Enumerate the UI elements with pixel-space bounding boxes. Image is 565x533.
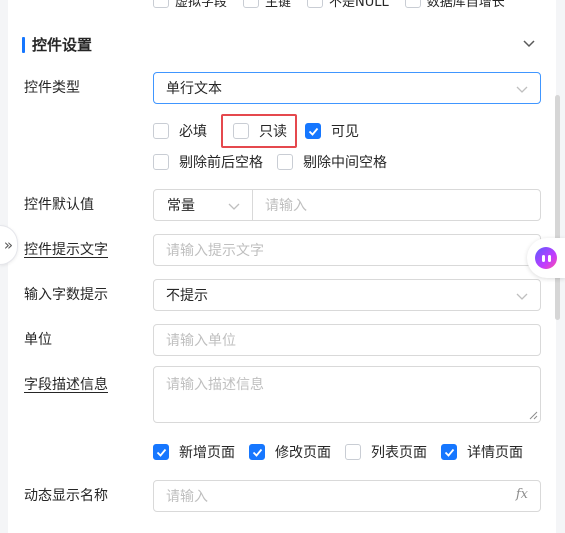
checkmark-icon bbox=[156, 448, 166, 457]
control-type-select[interactable]: 单行文本 bbox=[153, 72, 541, 104]
chevron-down-icon bbox=[228, 203, 240, 210]
trim-ends-checkbox[interactable] bbox=[153, 154, 169, 170]
page-visibility-row: 新增页面 修改页面 列表页面 详情页面 bbox=[153, 442, 537, 462]
field-options-row-2: 剔除前后空格 剔除中间空格 bbox=[153, 152, 401, 172]
unit-placeholder: 请输入单位 bbox=[166, 333, 236, 349]
trim-ends-option[interactable]: 剔除前后空格 bbox=[153, 152, 263, 172]
required-option[interactable]: 必填 bbox=[153, 121, 207, 141]
primary-key-label: 主键 bbox=[265, 0, 292, 10]
readonly-option-highlighted[interactable]: 只读 bbox=[221, 114, 297, 148]
trim-middle-checkbox[interactable] bbox=[277, 154, 293, 170]
auto-increment-label: 数据库自增长 bbox=[426, 0, 505, 10]
page-option-add[interactable]: 新增页面 bbox=[153, 442, 235, 462]
default-value-group: 常量 请输入 bbox=[153, 189, 541, 221]
hint-text-placeholder: 请输入提示文字 bbox=[166, 243, 264, 259]
trim-middle-option[interactable]: 剔除中间空格 bbox=[277, 152, 387, 172]
section-title: 控件设置 bbox=[22, 34, 92, 55]
formula-fx-icon[interactable]: fx bbox=[516, 487, 528, 502]
virtual-field-checkbox[interactable] bbox=[153, 0, 169, 8]
section-accent-bar bbox=[22, 36, 25, 53]
checkmark-icon bbox=[252, 448, 262, 457]
trim-ends-label: 剔除前后空格 bbox=[179, 155, 263, 171]
char-count-hint-select[interactable]: 不提示 bbox=[153, 279, 541, 311]
control-type-value: 单行文本 bbox=[166, 81, 222, 97]
page-option-list[interactable]: 列表页面 bbox=[345, 442, 427, 462]
add-page-label: 新增页面 bbox=[179, 445, 235, 461]
resize-handle-icon[interactable] bbox=[529, 411, 538, 420]
ai-assistant-button[interactable] bbox=[527, 238, 565, 278]
detail-page-label: 详情页面 bbox=[467, 445, 523, 461]
vertical-scrollbar[interactable] bbox=[555, 95, 560, 320]
control-type-label: 控件类型 bbox=[24, 80, 80, 96]
page-option-detail[interactable]: 详情页面 bbox=[441, 442, 523, 462]
checkmark-icon bbox=[308, 127, 318, 136]
dynamic-name-input[interactable]: 请输入 fx bbox=[153, 480, 541, 512]
field-desc-placeholder: 请输入描述信息 bbox=[166, 377, 264, 393]
edit-page-label: 修改页面 bbox=[275, 445, 331, 461]
top-options-row: 虚拟字段 主键 不是NULL 数据库自增长 bbox=[153, 0, 515, 10]
page-option-edit[interactable]: 修改页面 bbox=[249, 442, 331, 462]
default-value-mode-select[interactable]: 常量 bbox=[154, 190, 253, 220]
double-chevron-right-icon: » bbox=[3, 236, 14, 254]
chevron-up-collapse-icon[interactable] bbox=[522, 36, 536, 50]
readonly-label: 只读 bbox=[259, 124, 287, 140]
required-checkbox[interactable] bbox=[153, 123, 169, 139]
detail-page-checkbox[interactable] bbox=[441, 444, 457, 460]
dynamic-name-label: 动态显示名称 bbox=[24, 488, 108, 504]
chevron-down-icon bbox=[516, 86, 528, 93]
hint-text-label: 控件提示文字 bbox=[24, 242, 108, 258]
unit-input[interactable]: 请输入单位 bbox=[153, 324, 541, 356]
add-page-checkbox[interactable] bbox=[153, 444, 169, 460]
visible-checkbox[interactable] bbox=[305, 123, 321, 139]
ai-assistant-icon bbox=[535, 247, 557, 269]
section-title-text: 控件设置 bbox=[32, 36, 93, 54]
default-value-mode: 常量 bbox=[167, 198, 195, 214]
field-desc-textarea[interactable]: 请输入描述信息 bbox=[153, 366, 541, 423]
trim-middle-label: 剔除中间空格 bbox=[303, 155, 387, 171]
char-count-hint-value: 不提示 bbox=[166, 288, 208, 304]
hint-text-input[interactable]: 请输入提示文字 bbox=[153, 234, 541, 266]
primary-key-checkbox[interactable] bbox=[243, 0, 260, 8]
required-label: 必填 bbox=[179, 124, 207, 140]
checkmark-icon bbox=[444, 448, 454, 457]
default-value-label: 控件默认值 bbox=[24, 197, 94, 213]
readonly-checkbox[interactable] bbox=[233, 123, 249, 139]
not-null-label: 不是NULL bbox=[329, 0, 389, 10]
not-null-checkbox[interactable] bbox=[307, 0, 324, 8]
visible-label: 可见 bbox=[331, 124, 359, 140]
list-page-label: 列表页面 bbox=[371, 445, 427, 461]
edit-page-checkbox[interactable] bbox=[249, 444, 265, 460]
field-desc-label: 字段描述信息 bbox=[24, 377, 108, 393]
virtual-field-label: 虚拟字段 bbox=[175, 0, 228, 10]
visible-option[interactable]: 可见 bbox=[305, 121, 359, 141]
auto-increment-checkbox[interactable] bbox=[404, 0, 421, 8]
dynamic-name-placeholder: 请输入 bbox=[166, 489, 208, 505]
field-settings-panel: 虚拟字段 主键 不是NULL 数据库自增长 控件设置 控件类型 单行文本 必填 … bbox=[8, 0, 556, 533]
list-page-checkbox[interactable] bbox=[345, 444, 361, 460]
char-count-hint-label: 输入字数提示 bbox=[24, 287, 108, 303]
unit-label: 单位 bbox=[24, 332, 52, 348]
field-options-row-1: 必填 只读 可见 bbox=[153, 114, 373, 148]
default-value-input[interactable]: 请输入 bbox=[253, 190, 540, 220]
chevron-down-icon bbox=[516, 293, 528, 300]
